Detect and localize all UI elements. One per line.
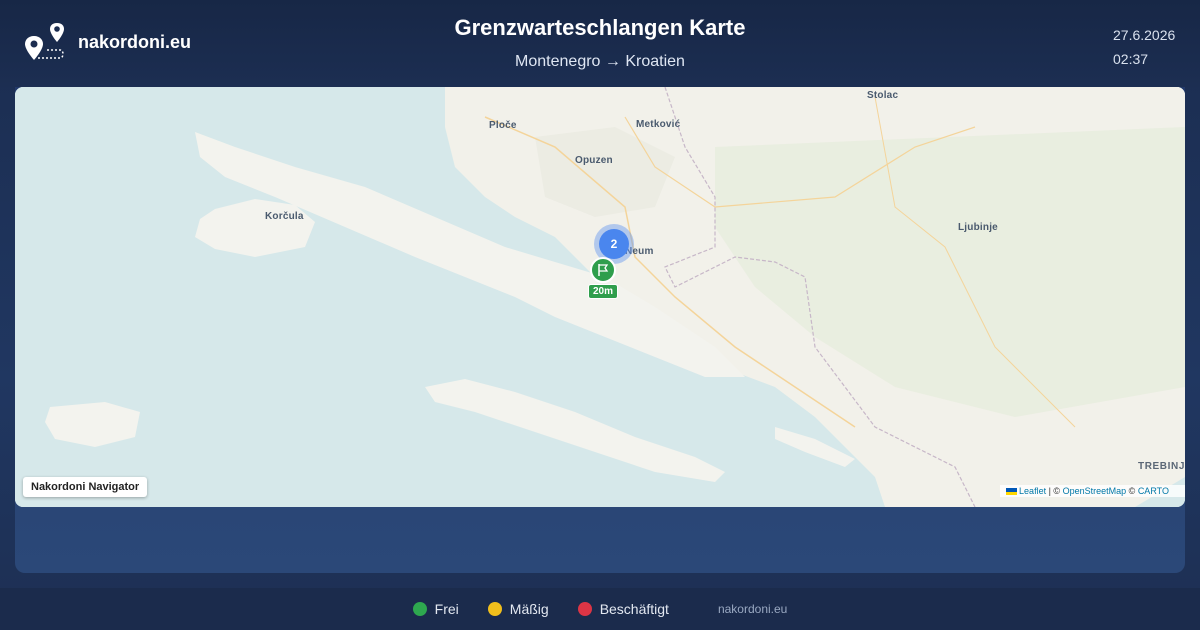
place-ljubinje: Ljubinje (958, 222, 998, 233)
attribution-sep1: | © (1048, 486, 1061, 496)
navigator-button[interactable]: Nakordoni Navigator (23, 477, 148, 497)
date-text: 27.6.2026 (1113, 27, 1176, 43)
datetime: 27.6.2026 02:37 (1113, 23, 1175, 71)
legend-label-free: Frei (434, 601, 459, 617)
place-metkovic: Metković (636, 119, 681, 130)
status-dot-moderate (487, 602, 502, 616)
time-text: 02:37 (1113, 51, 1149, 67)
status-dot-free (412, 602, 427, 616)
legend-item-busy: Beschäftigt (577, 601, 669, 617)
map-view[interactable]: Stolac Ploče Metković Opuzen Korčula Neu… (15, 87, 1185, 507)
legend-item-free: Frei (412, 601, 459, 617)
route-from: Montenegro (515, 53, 601, 70)
place-ploce: Ploče (489, 120, 517, 131)
route-to: Kroatien (625, 53, 685, 70)
title-block: Grenzwarteschlangen Karte Montenegro → K… (0, 15, 1200, 71)
cluster-count: 2 (599, 229, 629, 259)
ukraine-flag-icon (1006, 488, 1018, 496)
leaflet-link[interactable]: Leaflet (1019, 486, 1046, 496)
flag-icon (598, 264, 609, 276)
carto-link[interactable]: CARTO (1138, 486, 1169, 496)
legend-footer: Frei Mäßig Beschäftigt nakordoni.eu (0, 588, 1200, 630)
page-title: Grenzwarteschlangen Karte (454, 15, 746, 40)
place-trebinje: TREBINJ (1138, 461, 1185, 472)
legend-item-moderate: Mäßig (487, 601, 549, 617)
route-arrow: → (604, 53, 621, 70)
osm-link[interactable]: OpenStreetMap (1063, 486, 1127, 496)
legend-label-busy: Beschäftigt (599, 601, 669, 617)
map-attribution: Leaflet | © OpenStreetMap © CARTO (1000, 485, 1185, 497)
route-subtitle: Montenegro → Kroatien (0, 53, 1200, 71)
footer-site[interactable]: nakordoni.eu (718, 602, 787, 616)
attribution-sep2: © (1128, 486, 1136, 496)
header: nakordoni.eu Grenzwarteschlangen Karte M… (0, 0, 1200, 87)
wait-time-badge[interactable]: 20m (588, 284, 619, 299)
legend-label-moderate: Mäßig (509, 601, 549, 617)
place-stolac: Stolac (867, 90, 899, 101)
place-korcula: Korčula (265, 211, 304, 222)
place-opuzen: Opuzen (575, 155, 613, 166)
border-crossing-marker[interactable] (590, 257, 616, 283)
status-dot-busy (577, 602, 592, 616)
